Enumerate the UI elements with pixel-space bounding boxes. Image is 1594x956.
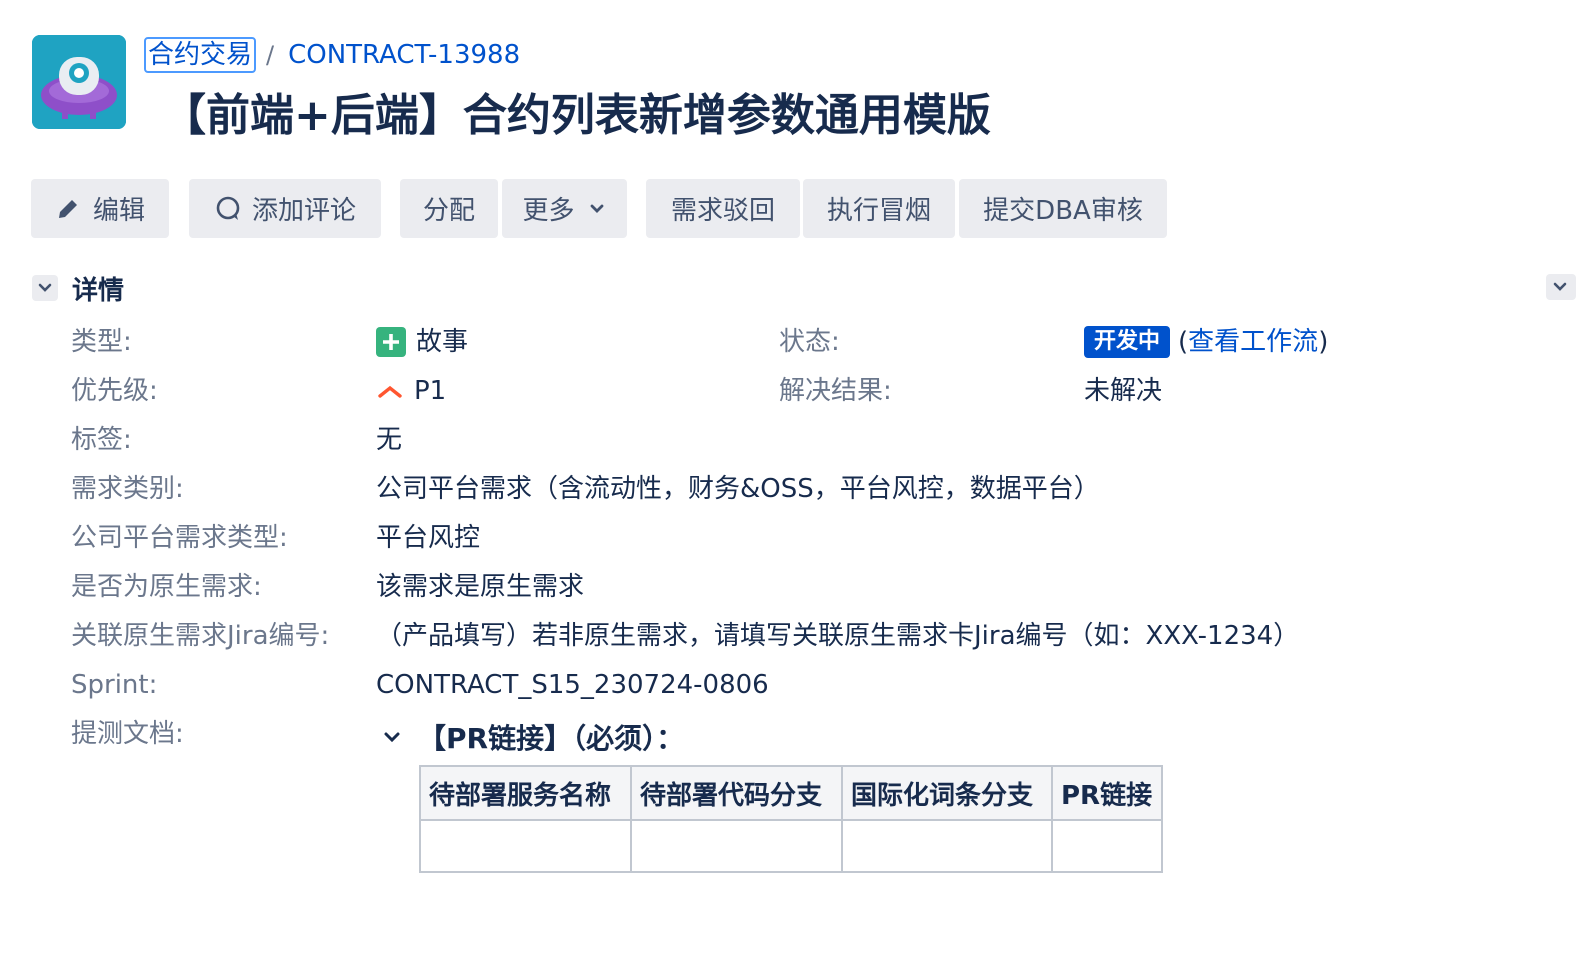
reject-requirement-button-label: 需求驳回	[670, 196, 775, 226]
table-cell[interactable]	[630, 819, 843, 873]
pr-link-table: 待部署服务名称 待部署代码分支 国际化词条分支 PR链接	[419, 765, 1163, 873]
pencil-icon	[58, 199, 77, 218]
assign-button-label: 分配	[422, 196, 475, 226]
edit-button[interactable]: 编辑	[31, 179, 169, 238]
chevron-down-icon	[590, 204, 603, 213]
reject-requirement-button[interactable]: 需求驳回	[646, 179, 800, 238]
status-value: 开发中 ( 查看工作流 )	[1084, 324, 1328, 360]
type-label: 类型:	[71, 327, 132, 357]
platform-type-value: 平台风控	[376, 523, 481, 553]
table-header-i18n-branch: 国际化词条分支	[841, 765, 1053, 821]
labels-value: 无	[376, 425, 403, 455]
platform-type-label: 公司平台需求类型:	[71, 523, 288, 553]
add-comment-button-label: 添加评论	[251, 196, 356, 226]
more-button-label: 更多	[522, 196, 575, 226]
right-panel-collapse-toggle[interactable]	[1546, 274, 1576, 300]
view-workflow-link[interactable]: 查看工作流	[1188, 324, 1318, 360]
native-requirement-value: 该需求是原生需求	[376, 572, 585, 602]
status-label: 状态:	[779, 327, 840, 357]
table-header-pr-link: PR链接	[1051, 765, 1163, 821]
chevron-down-icon	[1553, 282, 1567, 291]
ufo-project-avatar[interactable]	[32, 35, 126, 129]
priority-high-icon	[378, 385, 402, 398]
run-smoke-test-button-label: 执行冒烟	[826, 196, 931, 226]
chevron-down-icon	[38, 283, 52, 292]
category-label: 需求类别:	[71, 474, 184, 504]
table-cell[interactable]	[1051, 819, 1163, 873]
priority-value-text: P1	[414, 376, 447, 406]
submit-dba-review-button[interactable]: 提交DBA审核	[959, 179, 1167, 238]
chevron-down-icon[interactable]	[382, 727, 404, 747]
table-row	[419, 819, 1163, 873]
run-smoke-test-button[interactable]: 执行冒烟	[803, 179, 955, 238]
more-button[interactable]: 更多	[502, 179, 627, 238]
category-value: 公司平台需求（含流动性，财务&OSS，平台风控，数据平台）	[376, 474, 1100, 504]
edit-button-label: 编辑	[92, 196, 145, 226]
sprint-value[interactable]: CONTRACT_S15_230724-0806	[376, 667, 769, 703]
labels-label: 标签:	[71, 425, 132, 455]
issue-title: 【前端+后端】合约列表新增参数通用模版	[162, 90, 991, 141]
jira-link-value: （产品填写）若非原生需求，请填写关联原生需求卡Jira编号（如：XXX-1234…	[376, 621, 1300, 651]
table-cell[interactable]	[841, 819, 1053, 873]
comment-icon	[216, 196, 240, 220]
breadcrumb-issue-key-link[interactable]: CONTRACT-13988	[288, 40, 520, 70]
test-doc-label: 提测文档:	[71, 719, 184, 749]
resolution-value: 未解决	[1084, 376, 1163, 406]
breadcrumb: 合约交易 / CONTRACT-13988	[144, 37, 520, 73]
story-icon	[376, 327, 406, 357]
type-value: 故事	[376, 324, 468, 360]
workflow-paren-open: (	[1178, 327, 1189, 357]
table-cell[interactable]	[419, 819, 632, 873]
status-badge[interactable]: 开发中	[1084, 326, 1171, 358]
sprint-label: Sprint:	[71, 670, 158, 700]
table-header-code-branch: 待部署代码分支	[630, 765, 843, 821]
pr-link-heading-text: 【PR链接】（必须）：	[418, 722, 685, 755]
resolution-label: 解决结果:	[779, 376, 892, 406]
add-comment-button[interactable]: 添加评论	[189, 179, 381, 238]
details-section-header[interactable]: 详情	[32, 270, 124, 306]
workflow-paren-close: )	[1318, 327, 1329, 357]
pr-link-heading[interactable]: 【PR链接】（必须）：	[382, 718, 684, 756]
details-section-title: 详情	[72, 275, 125, 306]
assign-button[interactable]: 分配	[400, 179, 498, 238]
priority-label: 优先级:	[71, 376, 158, 406]
table-header-service-name: 待部署服务名称	[419, 765, 632, 821]
issue-header: 合约交易 / CONTRACT-13988 【前端+后端】合约列表新增参数通用模…	[32, 35, 1532, 141]
jira-link-label: 关联原生需求Jira编号:	[71, 621, 330, 651]
native-requirement-label: 是否为原生需求:	[71, 572, 262, 602]
breadcrumb-project-link[interactable]: 合约交易	[144, 37, 257, 73]
type-value-text: 故事	[416, 327, 469, 357]
priority-value: P1	[376, 373, 446, 409]
breadcrumb-separator: /	[266, 41, 275, 69]
collapse-toggle[interactable]	[32, 275, 58, 301]
submit-dba-review-button-label: 提交DBA审核	[983, 196, 1143, 226]
